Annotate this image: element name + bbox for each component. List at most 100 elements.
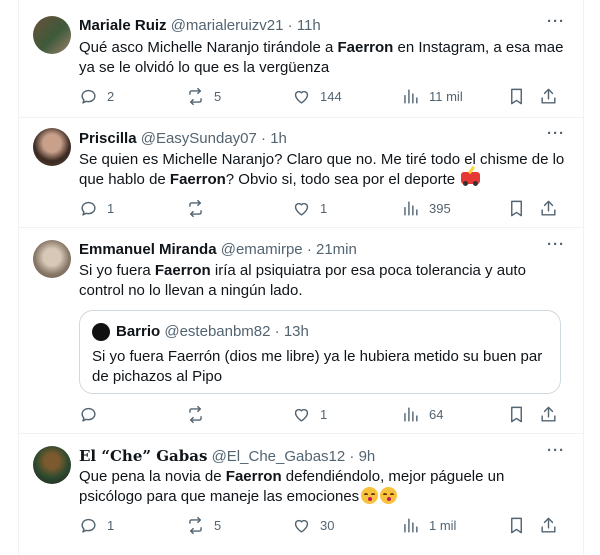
display-name[interactable]: Mariale Ruiz xyxy=(79,17,167,34)
retweet-button[interactable]: 5 xyxy=(186,515,221,535)
tweet-actions: 1 64 xyxy=(79,404,559,424)
retweet-icon xyxy=(189,87,202,105)
like-button[interactable]: 1 xyxy=(292,404,327,424)
tweet-header: Priscilla @EasySunday07 · 1h xyxy=(79,130,287,148)
views-chart-icon xyxy=(404,200,418,216)
share-button[interactable] xyxy=(539,198,558,218)
tweet-text: Se quien es Michelle Naranjo? Claro que … xyxy=(79,151,565,188)
timestamp[interactable]: 11h xyxy=(297,17,321,34)
avatar[interactable] xyxy=(33,128,71,166)
views-button[interactable]: 395 xyxy=(401,198,451,218)
reply-button[interactable]: 2 xyxy=(79,86,114,106)
bookmark-icon xyxy=(511,406,522,422)
reply-button[interactable]: 1 xyxy=(79,515,114,535)
reply-icon xyxy=(81,201,96,216)
retweet-button[interactable]: 5 xyxy=(186,86,221,106)
view-count: 64 xyxy=(429,406,444,422)
timestamp[interactable]: 9h xyxy=(359,448,376,465)
view-count: 1 mil xyxy=(429,517,457,533)
separator-dot: · xyxy=(261,130,267,147)
share-button[interactable] xyxy=(539,86,558,106)
share-button[interactable] xyxy=(539,404,558,424)
tweet-text: Si yo fuera Faerron iría al psiquiatra p… xyxy=(79,262,526,299)
tweet[interactable]: El “Che” Gabas @El_Che_Gabas12 · 9h ··· … xyxy=(19,434,585,555)
retweet-icon xyxy=(189,516,202,534)
kissing-face-emoji xyxy=(361,487,379,504)
bookmark-button[interactable] xyxy=(507,404,526,424)
more-options-icon[interactable]: ··· xyxy=(545,443,567,463)
views-chart-icon xyxy=(404,88,418,104)
tweet-actions: 1 5 30 1 mil xyxy=(79,515,559,535)
timestamp[interactable]: 21min xyxy=(316,241,357,258)
reply-count: 2 xyxy=(107,88,115,104)
quoted-timestamp: 13h xyxy=(283,323,309,340)
avatar[interactable] xyxy=(33,446,71,484)
views-button[interactable]: 1 mil xyxy=(401,515,456,535)
share-icon xyxy=(541,406,556,422)
reply-icon xyxy=(81,407,96,422)
timeline-feed: Mariale Ruiz @marialeruizv21 · 11h ··· Q… xyxy=(18,0,585,555)
like-button[interactable]: 144 xyxy=(292,86,342,106)
timestamp[interactable]: 1h xyxy=(270,130,287,147)
bookmark-icon xyxy=(511,517,522,533)
display-name[interactable]: Priscilla xyxy=(79,130,137,147)
tweet-text: Qué asco Michelle Naranjo tirándole a Fa… xyxy=(79,39,564,76)
more-options-icon[interactable]: ··· xyxy=(545,237,567,257)
quoted-tweet[interactable]: Barrio @estebanbm82 · 13h Si yo fuera Fa… xyxy=(79,310,561,394)
display-name[interactable]: El “Che” Gabas xyxy=(79,447,207,465)
view-count: 395 xyxy=(429,200,451,216)
avatar[interactable] xyxy=(33,240,71,278)
display-name[interactable]: Emmanuel Miranda xyxy=(79,241,217,258)
share-icon xyxy=(541,517,556,533)
like-button[interactable]: 30 xyxy=(292,515,334,535)
like-count: 1 xyxy=(320,200,328,216)
heart-icon xyxy=(294,90,309,104)
views-chart-icon xyxy=(404,406,418,422)
user-handle[interactable]: @El_Che_Gabas12 xyxy=(212,448,346,465)
retweet-count: 5 xyxy=(214,517,222,533)
separator-dot: · xyxy=(306,241,312,258)
quoted-user-handle: @estebanbm82 xyxy=(164,323,271,340)
like-button[interactable]: 1 xyxy=(292,198,327,218)
views-button[interactable]: 11 mil xyxy=(401,86,463,106)
tweet[interactable]: Priscilla @EasySunday07 · 1h ··· Se quie… xyxy=(19,118,585,228)
mention-highlight: Faerron xyxy=(225,468,282,485)
quoted-tweet-text: Si yo fuera Faerrón (dios me libre) ya l… xyxy=(92,348,543,385)
user-handle[interactable]: @EasySunday07 xyxy=(141,130,257,147)
more-options-icon[interactable]: ··· xyxy=(545,126,567,146)
tweet-text: Que pena la novia de Faerron defendiéndo… xyxy=(79,468,505,505)
retweet-button[interactable] xyxy=(186,404,214,424)
retweet-button[interactable] xyxy=(186,198,214,218)
tweet[interactable]: Emmanuel Miranda @emamirpe · 21min ··· S… xyxy=(19,228,585,434)
reply-button[interactable] xyxy=(79,404,107,424)
quoted-avatar xyxy=(92,323,110,341)
bookmark-button[interactable] xyxy=(507,86,526,106)
avatar[interactable] xyxy=(33,16,71,54)
separator-dot: · xyxy=(349,448,355,465)
heart-icon xyxy=(294,408,309,422)
tweet[interactable]: Mariale Ruiz @marialeruizv21 · 11h ··· Q… xyxy=(19,0,585,118)
user-handle[interactable]: @emamirpe xyxy=(221,241,303,258)
mention-highlight: Faerron xyxy=(154,262,211,279)
bookmark-button[interactable] xyxy=(507,198,526,218)
share-button[interactable] xyxy=(539,515,558,535)
heart-icon xyxy=(294,202,309,216)
more-options-icon[interactable]: ··· xyxy=(545,14,567,34)
retweet-icon xyxy=(189,405,202,423)
reply-icon xyxy=(81,518,96,533)
tweet-header: El “Che” Gabas @El_Che_Gabas12 · 9h xyxy=(79,447,375,466)
like-count: 30 xyxy=(320,517,335,533)
tweet-header: Emmanuel Miranda @emamirpe · 21min xyxy=(79,241,357,259)
tweet-actions: 2 5 144 11 mil xyxy=(79,86,559,106)
quoted-display-name: Barrio xyxy=(116,323,161,340)
like-count: 144 xyxy=(320,88,342,104)
views-button[interactable]: 64 xyxy=(401,404,443,424)
bookmark-button[interactable] xyxy=(507,515,526,535)
retweet-count: 5 xyxy=(214,88,222,104)
reply-button[interactable]: 1 xyxy=(79,198,114,218)
separator-dot: · xyxy=(274,323,280,340)
kissing-face-emoji xyxy=(380,487,398,504)
quoted-tweet-header: Barrio @estebanbm82 · 13h xyxy=(116,323,309,341)
user-handle[interactable]: @marialeruizv21 xyxy=(171,17,284,34)
tweet-actions: 1 1 395 xyxy=(79,198,559,218)
